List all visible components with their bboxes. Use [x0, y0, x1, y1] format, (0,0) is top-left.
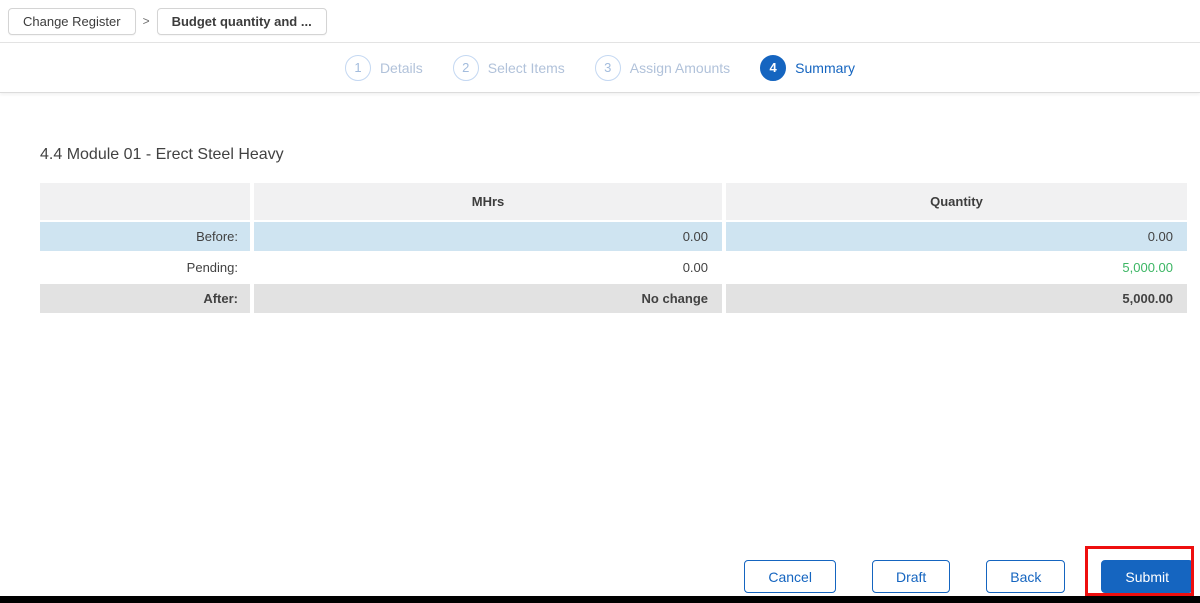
breadcrumb: Change Register > Budget quantity and ..…: [0, 0, 1200, 43]
breadcrumb-label: Change Register: [23, 13, 121, 29]
step-number-circle: 4: [760, 54, 787, 81]
draft-button[interactable]: Draft: [871, 560, 951, 593]
row-after-label: After:: [40, 284, 250, 313]
chevron-right-icon: >: [142, 14, 150, 28]
step-label: Details: [379, 59, 423, 76]
row-before-mhrs: 0.00: [254, 222, 722, 251]
row-pending-mhrs: 0.00: [254, 253, 722, 282]
footer-actions: Cancel Draft Back Submit: [744, 560, 1193, 593]
breadcrumb-item-budget-quantity[interactable]: Budget quantity and ...: [156, 7, 327, 35]
submit-button[interactable]: Submit: [1101, 560, 1193, 593]
row-after-quantity: 5,000.00: [726, 284, 1187, 313]
row-pending-label: Pending:: [40, 253, 250, 282]
wizard-stepper: 1 Details 2 Select Items 3 Assign Amount…: [0, 43, 1200, 93]
step-label: Summary: [795, 59, 856, 76]
summary-table: MHrs Quantity Before: 0.00 0.00 Pending:…: [40, 183, 1187, 313]
row-pending-quantity: 5,000.00: [726, 253, 1187, 282]
row-after-mhrs: No change: [254, 284, 722, 313]
step-select-items[interactable]: 2 Select Items: [452, 54, 565, 81]
step-number-circle: 1: [344, 54, 371, 81]
breadcrumb-label: Budget quantity and ...: [171, 13, 312, 29]
row-before-quantity: 0.00: [726, 222, 1187, 251]
column-header-mhrs: MHrs: [254, 183, 722, 220]
page-title: 4.4 Module 01 - Erect Steel Heavy: [40, 146, 284, 163]
step-number-circle: 2: [452, 54, 479, 81]
column-header-quantity: Quantity: [726, 183, 1187, 220]
breadcrumb-item-change-register[interactable]: Change Register: [8, 7, 136, 35]
row-before-label: Before:: [40, 222, 250, 251]
step-number-circle: 3: [594, 54, 621, 81]
step-assign-amounts[interactable]: 3 Assign Amounts: [594, 54, 731, 81]
step-label: Assign Amounts: [629, 59, 731, 76]
cancel-button[interactable]: Cancel: [744, 560, 836, 593]
step-details[interactable]: 1 Details: [344, 54, 423, 81]
column-header-empty: [40, 183, 250, 220]
step-label: Select Items: [487, 59, 565, 76]
step-summary[interactable]: 4 Summary: [760, 54, 856, 81]
back-button[interactable]: Back: [986, 560, 1066, 593]
bottom-edge-bar: [0, 596, 1200, 603]
